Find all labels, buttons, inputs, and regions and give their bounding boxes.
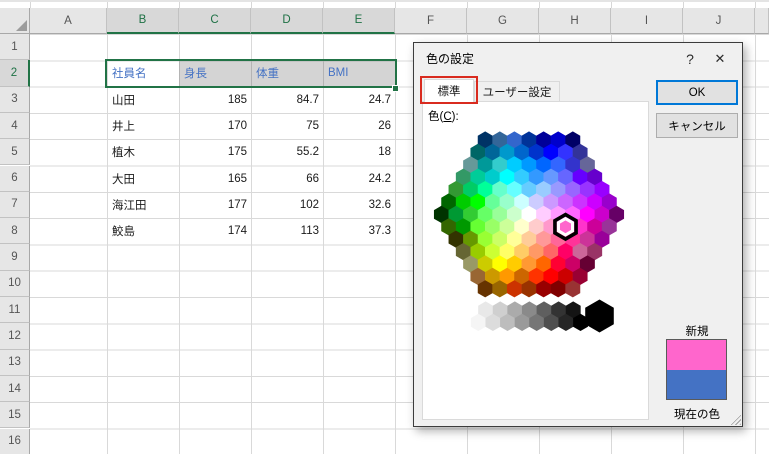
table-cell[interactable]: 18 (323, 139, 395, 165)
table-header-cell[interactable]: 社員名 (107, 60, 179, 86)
column-header-H[interactable]: H (539, 8, 611, 34)
table-cell[interactable]: 102 (251, 192, 323, 218)
current-color-label: 現在の色 (674, 409, 720, 421)
table-cell[interactable]: 165 (179, 166, 251, 192)
table-cell[interactable]: 大田 (107, 166, 179, 192)
column-header-J[interactable]: J (683, 8, 755, 34)
help-button[interactable]: ? (676, 43, 704, 75)
table-cell[interactable]: 井上 (107, 113, 179, 139)
colors-label-post: ): (451, 111, 459, 123)
colors-label-pre: 色( (428, 111, 444, 123)
column-header-E[interactable]: E (323, 8, 395, 34)
row-header-5[interactable]: 5 (0, 139, 30, 166)
table-cell[interactable]: 山田 (107, 87, 179, 113)
cancel-button[interactable]: キャンセル (656, 113, 738, 138)
new-color-label: 新規 (685, 326, 709, 338)
table-cell[interactable]: 37.3 (323, 218, 395, 244)
dialog-title: 色の設定 (426, 52, 475, 66)
table-cell[interactable]: 174 (179, 218, 251, 244)
table-cell[interactable]: 植木 (107, 139, 179, 165)
table-cell[interactable]: 75 (251, 113, 323, 139)
tab-custom[interactable]: ユーザー設定 (474, 81, 560, 102)
color-preview-swatch (666, 339, 727, 400)
table-cell[interactable]: 24.7 (323, 87, 395, 113)
column-header-C[interactable]: C (179, 8, 251, 34)
selection-fill-handle[interactable] (391, 84, 399, 92)
row-header-14[interactable]: 14 (0, 375, 30, 403)
column-header-F[interactable]: F (395, 8, 467, 34)
ok-button[interactable]: OK (656, 80, 738, 105)
row-header-11[interactable]: 11 (0, 297, 30, 324)
column-header-I[interactable]: I (611, 8, 683, 34)
table-header-cell[interactable]: 体重 (251, 60, 323, 86)
table-cell[interactable]: 32.6 (323, 192, 395, 218)
close-icon[interactable]: ✕ (706, 43, 734, 75)
row-header-13[interactable]: 13 (0, 349, 30, 376)
black-hex-swatch[interactable] (585, 299, 614, 333)
row-header-10[interactable]: 10 (0, 270, 30, 297)
select-all-triangle-icon (16, 20, 27, 31)
table-cell[interactable]: 24.2 (323, 166, 395, 192)
colors-label: 色(C): (428, 108, 459, 124)
formula-bar-edge (0, 0, 769, 10)
row-header-12[interactable]: 12 (0, 323, 30, 350)
table-cell[interactable]: 26 (323, 113, 395, 139)
row-header-7[interactable]: 7 (0, 191, 30, 219)
table-cell[interactable]: 55.2 (251, 139, 323, 165)
current-color-swatch (667, 369, 726, 399)
row-header-1[interactable]: 1 (0, 34, 30, 61)
excel-window: A B C D E F G H I J 1 2 3 4 5 6 7 8 9 10 11 12 13 14 15 16 社員名 身長 体重… (0, 0, 769, 454)
row-header-9[interactable]: 9 (0, 244, 30, 271)
table-cell[interactable]: 175 (179, 139, 251, 165)
select-all-corner[interactable] (0, 8, 30, 34)
column-header-G[interactable]: G (467, 8, 539, 34)
table-cell[interactable]: 海江田 (107, 192, 179, 218)
row-header-6[interactable]: 6 (0, 165, 30, 192)
tab-standard[interactable]: 標準 (424, 79, 474, 102)
color-settings-dialog: 色の設定 ? ✕ 標準 ユーザー設定 色(C): OK キャンセル 新規 現在の… (413, 42, 743, 427)
new-color-swatch (667, 340, 726, 370)
table-cell[interactable]: 84.7 (251, 87, 323, 113)
column-header-A[interactable]: A (30, 8, 107, 34)
column-header-B[interactable]: B (107, 8, 179, 34)
table-cell[interactable]: 170 (179, 113, 251, 139)
table-cell[interactable]: 185 (179, 87, 251, 113)
column-header-D[interactable]: D (251, 8, 323, 34)
table-cell[interactable]: 鮫島 (107, 218, 179, 244)
row-header-8[interactable]: 8 (0, 218, 30, 245)
table-header-cell[interactable]: 身長 (179, 60, 251, 86)
column-header-partial[interactable] (755, 8, 769, 34)
table-header-cell[interactable]: BMI (323, 60, 395, 86)
row-header-2[interactable]: 2 (0, 60, 30, 87)
row-header-15[interactable]: 15 (0, 402, 30, 429)
table-cell[interactable]: 177 (179, 192, 251, 218)
standard-color-hexagon[interactable] (423, 128, 648, 358)
row-header-16[interactable]: 16 (0, 428, 30, 454)
row-header-3[interactable]: 3 (0, 86, 30, 113)
row-header-4[interactable]: 4 (0, 112, 30, 140)
table-cell[interactable]: 113 (251, 218, 323, 244)
table-cell[interactable]: 66 (251, 166, 323, 192)
standard-tab-panel: 色(C): (422, 101, 649, 420)
colors-label-accelerator: C (443, 111, 452, 123)
